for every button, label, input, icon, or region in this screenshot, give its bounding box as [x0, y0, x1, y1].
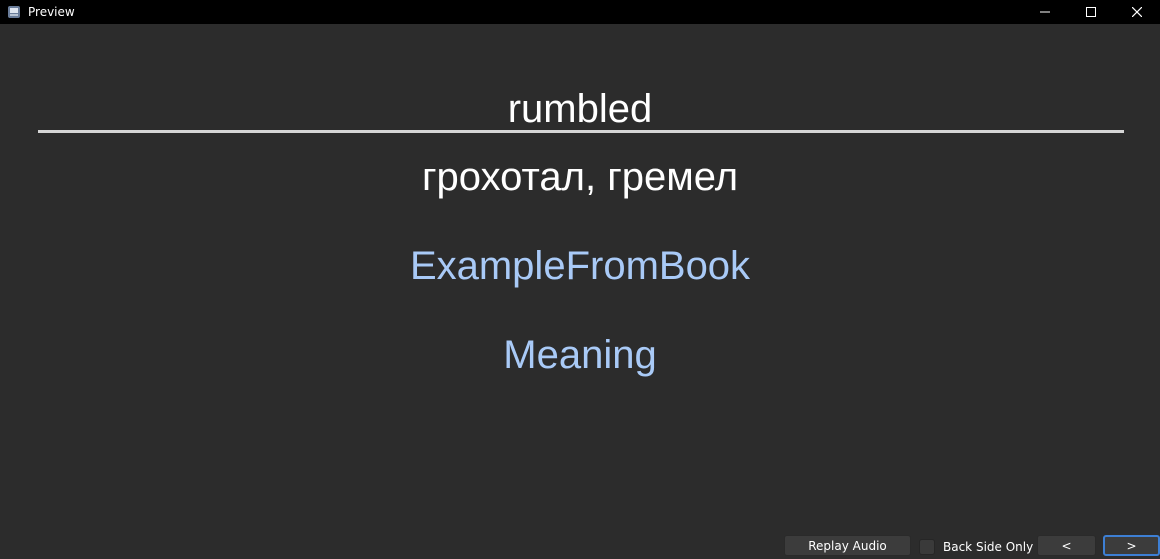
next-card-button[interactable]: >: [1103, 535, 1160, 556]
window-title: Preview: [28, 5, 75, 19]
title-bar: Preview: [0, 0, 1160, 24]
replay-audio-button[interactable]: Replay Audio: [784, 535, 911, 556]
preview-controls: Replay Audio Back Side Only < >: [0, 534, 1160, 559]
back-side-only-checkbox[interactable]: [919, 538, 935, 555]
card-preview: rumbled грохотал, гремел ExampleFromBook…: [0, 24, 1160, 534]
answer-divider: [38, 130, 1124, 133]
close-icon[interactable]: [1114, 0, 1160, 24]
back-side-only-toggle[interactable]: Back Side Only: [919, 537, 1033, 556]
card-example-field: ExampleFromBook: [409, 244, 751, 288]
previous-card-button[interactable]: <: [1037, 535, 1096, 556]
card-meaning-field: Meaning: [503, 333, 657, 377]
window-controls: [1022, 0, 1160, 24]
card-front-word: rumbled: [507, 87, 653, 131]
app-icon: [7, 5, 21, 19]
minimize-icon[interactable]: [1022, 0, 1068, 24]
maximize-icon[interactable]: [1068, 0, 1114, 24]
back-side-only-label: Back Side Only: [943, 539, 1034, 554]
card-translation: грохотал, гремел: [421, 155, 739, 199]
